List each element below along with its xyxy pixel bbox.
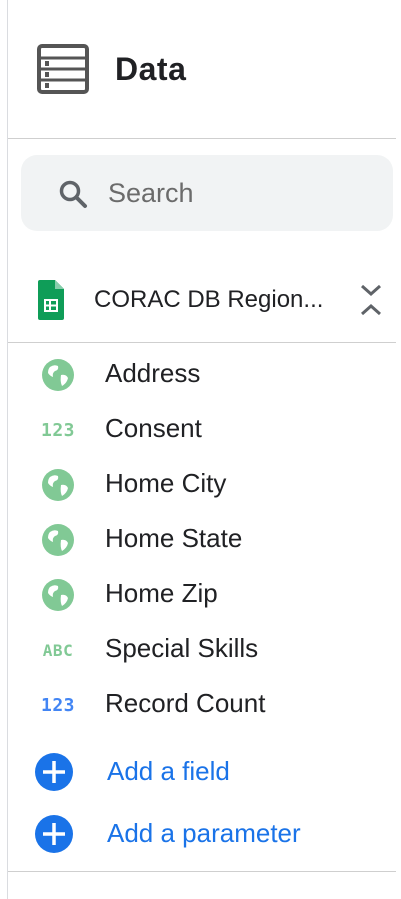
geo-globe-icon	[40, 524, 76, 556]
geo-globe-icon	[40, 359, 76, 391]
text-type-icon: ABC	[42, 640, 74, 660]
field-label: Home State	[105, 523, 243, 553]
geo-globe-icon	[40, 579, 76, 611]
add-circle-icon	[35, 815, 73, 853]
field-row-record-count[interactable]: 123 Record Count	[0, 678, 401, 732]
data-source-header[interactable]: CORAC DB Region...	[38, 278, 388, 322]
field-label: Home Zip	[105, 578, 218, 608]
field-row-home-state[interactable]: Home State	[0, 513, 401, 567]
add-parameter-button[interactable]: Add a parameter	[0, 806, 401, 862]
field-row-consent[interactable]: 123 Consent	[0, 403, 401, 457]
field-label: Home City	[105, 468, 227, 498]
metric-number-type-icon: 123	[40, 694, 75, 716]
add-field-button[interactable]: Add a field	[0, 744, 401, 800]
footer-divider	[8, 871, 396, 872]
geo-globe-icon	[40, 469, 76, 501]
field-row-address[interactable]: Address	[0, 348, 401, 402]
number-type-icon: 123	[40, 419, 75, 441]
data-source-name: CORAC DB Region...	[94, 286, 324, 313]
field-row-home-city[interactable]: Home City	[0, 458, 401, 512]
add-circle-icon	[35, 753, 73, 791]
panel-title: Data	[115, 50, 187, 87]
collapse-chevron-icon[interactable]	[358, 280, 384, 320]
search-box[interactable]	[21, 155, 393, 231]
source-divider	[8, 342, 396, 343]
data-table-icon	[37, 44, 89, 94]
field-label: Record Count	[105, 688, 266, 718]
add-field-label: Add a field	[107, 756, 230, 786]
google-sheets-icon	[38, 280, 64, 320]
add-parameter-label: Add a parameter	[107, 818, 301, 848]
search-icon	[59, 180, 87, 208]
panel-header: Data	[37, 44, 186, 94]
field-row-home-zip[interactable]: Home Zip	[0, 568, 401, 622]
field-row-special-skills[interactable]: ABC Special Skills	[0, 623, 401, 677]
search-input[interactable]	[108, 173, 378, 213]
field-label: Address	[105, 358, 201, 388]
field-label: Special Skills	[105, 633, 259, 663]
field-label: Consent	[105, 413, 202, 443]
header-divider	[8, 138, 396, 139]
